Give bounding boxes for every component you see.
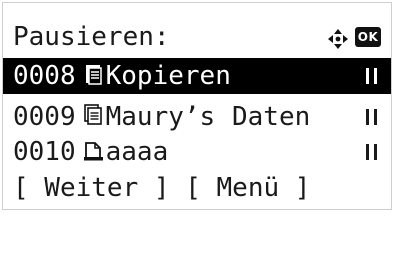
job-row[interactable]: 0010 aaaa: [3, 134, 391, 170]
job-row-selected[interactable]: 0008 Kopieren: [3, 58, 391, 94]
softkey-right-button[interactable]: [ Menü ]: [185, 173, 310, 203]
pause-icon: [366, 68, 377, 84]
job-name: aaaa: [105, 137, 169, 167]
four-way-arrow-icon: [328, 29, 348, 49]
pause-icon: [366, 109, 377, 125]
document-icon: [83, 142, 103, 161]
panel-screen: Pausieren: OK 0008 Kopieren 0009 Maury’s…: [2, 2, 392, 210]
job-name: Kopieren: [105, 61, 231, 91]
ok-key-badge[interactable]: OK: [355, 27, 381, 47]
print-job-icon: [83, 104, 102, 125]
job-name-overflow: Daten: [232, 102, 311, 132]
screen-title: Pausieren:: [13, 22, 170, 52]
job-number: 0010: [13, 137, 76, 167]
softkey-left-button[interactable]: [ Weiter ]: [13, 173, 170, 203]
softkey-row: [ Weiter ] [ Menü ]: [3, 170, 391, 206]
job-name: Maury’s: [105, 102, 216, 132]
job-row[interactable]: 0009 Maury’s Daten: [3, 99, 391, 135]
pause-icon: [366, 144, 377, 160]
header-row: Pausieren: OK: [3, 19, 391, 55]
job-number: 0009: [13, 102, 76, 132]
copy-job-icon: [85, 65, 102, 85]
job-number: 0008: [13, 61, 76, 91]
